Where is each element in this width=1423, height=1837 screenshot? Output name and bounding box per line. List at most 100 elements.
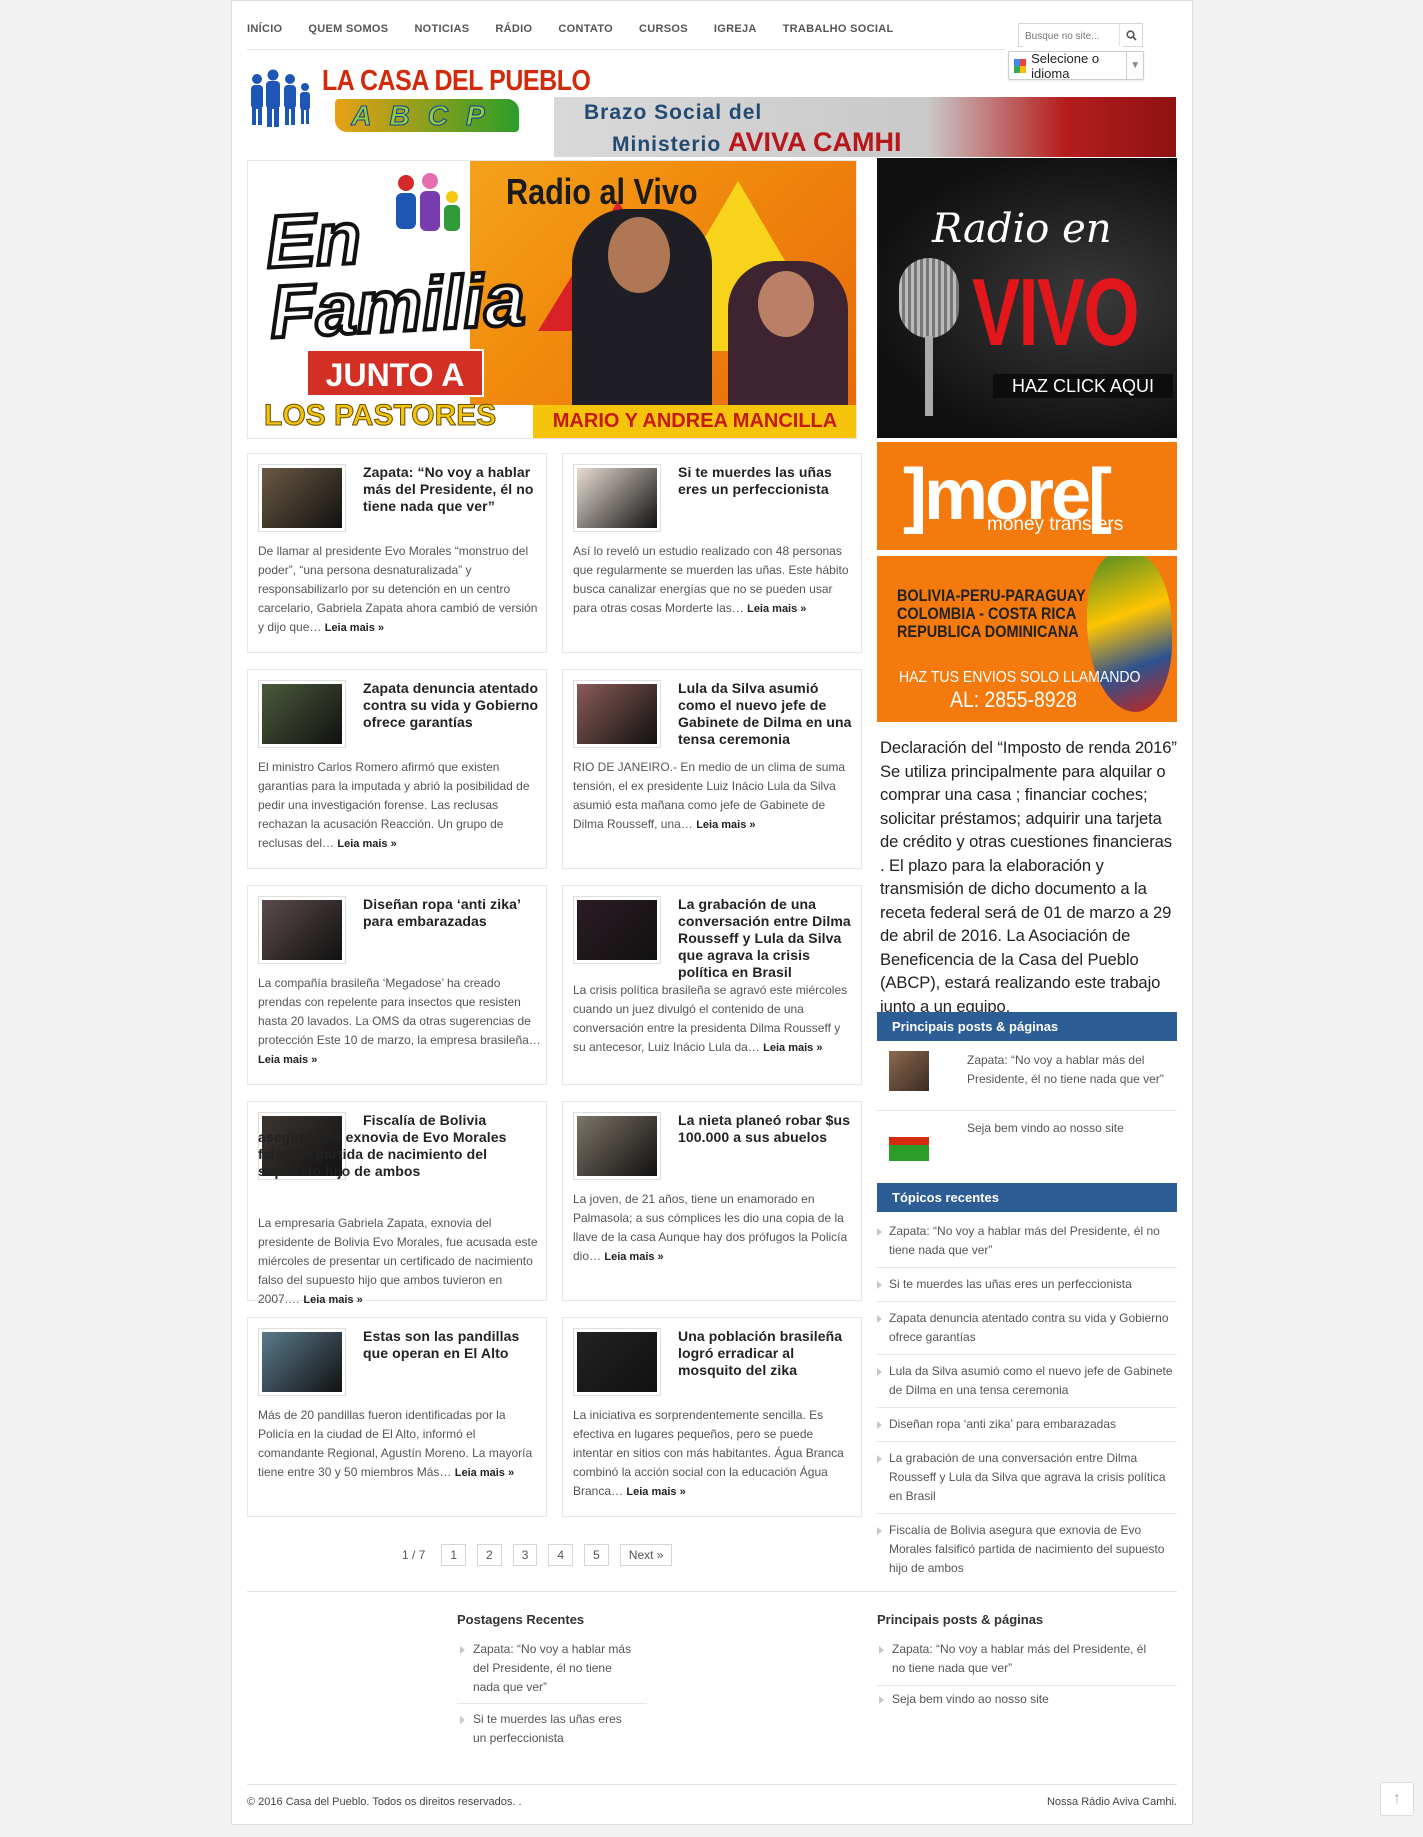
page-button-2[interactable]: 2 [477,1544,502,1566]
read-more-link[interactable]: Leia mais » [747,603,806,615]
nav-item-igreja[interactable]: IGREJA [714,23,757,35]
post-thumbnail-image [577,468,657,528]
microphone-stand [925,336,933,416]
nav-item-noticias[interactable]: NOTICIAS [414,23,469,35]
recent-topic-link[interactable]: Lula da Silva asumió como el nuevo jefe … [877,1362,1177,1400]
page-button-4[interactable]: 4 [548,1544,574,1566]
post-thumbnail-image [262,900,342,960]
read-more-link[interactable]: Leia mais » [626,1486,685,1498]
post-title[interactable]: Zapata: “No voy a hablar más del Preside… [363,464,539,515]
post-excerpt: La iniciativa es sorprendentemente senci… [573,1406,856,1502]
post-thumbnail[interactable] [258,896,346,964]
post-thumbnail[interactable] [573,1112,661,1180]
page-button-1[interactable]: 1 [441,1544,467,1566]
post-card: Diseñan ropa ‘anti zika’ para embarazada… [247,885,547,1085]
post-thumbnail-image [262,1332,342,1392]
radio-aviva-link[interactable]: Nossa Rádio Aviva Camhi. [1047,1796,1177,1808]
top-post-link[interactable]: Seja bem vindo ao nosso site [967,1119,1177,1138]
nav-item-cursos[interactable]: CURSOS [639,23,688,35]
post-thumbnail-image [577,684,657,744]
scroll-to-top-button[interactable]: ↑ [1380,1782,1414,1816]
post-thumbnail[interactable] [258,1328,346,1396]
nav-item-quem-somos[interactable]: QUEM SOMOS [308,23,388,35]
radio-ad-line-1: Radio en [932,206,1112,252]
post-card: Lula da Silva asumió como el nuevo jefe … [562,669,862,869]
footer-recent-link[interactable]: Si te muerdes las uñas eres un perfeccio… [460,1710,633,1748]
post-thumbnail[interactable] [573,464,661,532]
page-button-5[interactable]: 5 [584,1544,609,1566]
read-more-link[interactable]: Leia mais » [337,838,396,850]
recent-topic-link[interactable]: Zapata: “No voy a hablar más del Preside… [877,1222,1177,1260]
more-money-transfers-ad[interactable]: ]more[ money transfers BOLIVIA-PERU-PARA… [877,442,1177,722]
post-excerpt-text: De llamar al presidente Evo Morales “mon… [258,544,538,634]
site-logo[interactable]: LA CASA DEL PUEBLO ABCP [247,61,591,137]
post-title[interactable]: Si te muerdes las uñas eres un perfeccio… [678,464,854,498]
post-thumbnail[interactable] [573,680,661,748]
post-title[interactable]: Zapata denuncia atentado contra su vida … [363,680,539,731]
read-more-link[interactable]: Leia mais » [604,1251,663,1263]
search-button[interactable] [1119,24,1142,46]
more-ad-tagline: money transfers [987,514,1124,535]
recent-topic-link[interactable]: La grabación de una conversación entre D… [877,1449,1177,1506]
read-more-link[interactable]: Leia mais » [258,1054,317,1066]
post-title[interactable]: Una población brasileña logró erradicar … [678,1328,854,1379]
next-page-button[interactable]: Next » [619,1544,673,1566]
top-post-thumbnail[interactable] [889,1051,929,1091]
read-more-link[interactable]: Leia mais » [325,622,384,634]
logo-title: LA CASA DEL PUEBLO [322,65,591,97]
post-title[interactable]: Fiscalía de Bolivia asegura que exnovia … [258,1112,538,1180]
post-thumbnail[interactable] [573,896,661,964]
recent-topic-link[interactable]: Diseñan ropa ‘anti zika’ para embarazada… [877,1415,1177,1434]
language-selector-label: Selecione o idioma [1031,50,1100,81]
nav-item-contato[interactable]: CONTATO [558,23,613,35]
hero-pastors-names: MARIO Y ANDREA MANCILLA [533,405,856,438]
post-title[interactable]: La grabación de una conversación entre D… [678,896,854,981]
page-button-3[interactable]: 3 [512,1544,538,1566]
read-more-link[interactable]: Leia mais » [303,1294,362,1306]
post-excerpt: Así lo reveló un estudio realizado con 4… [573,542,856,619]
nav-item-inicio[interactable]: INÍCIO [247,23,282,35]
read-more-link[interactable]: Leia mais » [696,819,755,831]
post-thumbnail[interactable] [258,680,346,748]
footer-top-post-link[interactable]: Seja bem vindo ao nosso site [879,1690,1162,1709]
read-more-link[interactable]: Leia mais » [455,1467,514,1479]
widget-divider [877,1267,1177,1268]
post-excerpt-text: La iniciativa es sorprendentemente senci… [573,1408,844,1498]
banner-line-1: Brazo Social del [584,101,763,124]
search-box [1018,23,1143,47]
post-title[interactable]: La nieta planeó robar $us 100.000 a sus … [678,1112,854,1146]
top-post-thumbnail[interactable] [889,1121,929,1161]
recent-topic-link[interactable]: Si te muerdes las uñas eres un perfeccio… [877,1275,1177,1294]
footer-top-post-link[interactable]: Zapata: “No voy a hablar más del Preside… [879,1640,1162,1678]
footer-top-posts-title: Principais posts & páginas [877,1612,1044,1627]
post-thumbnail-image [262,684,342,744]
footer-widget-divider [457,1703,647,1704]
radio-ad-cta[interactable]: HAZ CLICK AQUI [993,374,1173,398]
radio-live-ad[interactable]: Radio en VIVO HAZ CLICK AQUI [877,158,1177,438]
search-icon [1125,29,1137,41]
more-ad-country-line: COLOMBIA - COSTA RICA [897,604,1077,623]
post-excerpt-text: El ministro Carlos Romero afirmó que exi… [258,760,530,850]
language-selector[interactable]: Selecione o idioma ▼ [1008,50,1144,81]
more-ad-divider [877,550,1177,556]
post-excerpt-text: La compañía brasileña ‘Megadose’ ha crea… [258,976,541,1047]
nav-item-trabalho-social[interactable]: TRABALHO SOCIAL [783,23,894,35]
featured-banner[interactable]: Radio al Vivo En Familia JUNTO A LOS PAST… [247,160,857,439]
search-input[interactable] [1023,25,1123,47]
recent-topic-link[interactable]: Fiscalía de Bolivia asegura que exnovia … [877,1521,1177,1578]
post-excerpt: La crisis política brasileña se agravó e… [573,981,856,1058]
footer-recent-link[interactable]: Zapata: “No voy a hablar más del Preside… [460,1640,633,1697]
nav-item-radio[interactable]: RÁDIO [495,23,532,35]
post-title[interactable]: Lula da Silva asumió como el nuevo jefe … [678,680,854,748]
ministry-banner[interactable]: Brazo Social del Ministerio AVIVA CAMHI [554,97,1176,157]
post-card: Fiscalía de Bolivia asegura que exnovia … [247,1101,547,1306]
post-title[interactable]: Estas son las pandillas que operan en El… [363,1328,539,1362]
post-thumbnail[interactable] [573,1328,661,1396]
top-post-link[interactable]: Zapata: “No voy a hablar más del Preside… [967,1051,1177,1089]
recent-topic-link[interactable]: Zapata denuncia atentado contra su vida … [877,1309,1177,1347]
footer-widget-divider [877,1685,1177,1686]
post-title[interactable]: Diseñan ropa ‘anti zika’ para embarazada… [363,896,539,930]
read-more-link[interactable]: Leia mais » [763,1042,822,1054]
page-container: INÍCIO QUEM SOMOS NOTICIAS RÁDIO CONTATO… [231,0,1193,1825]
post-thumbnail[interactable] [258,464,346,532]
